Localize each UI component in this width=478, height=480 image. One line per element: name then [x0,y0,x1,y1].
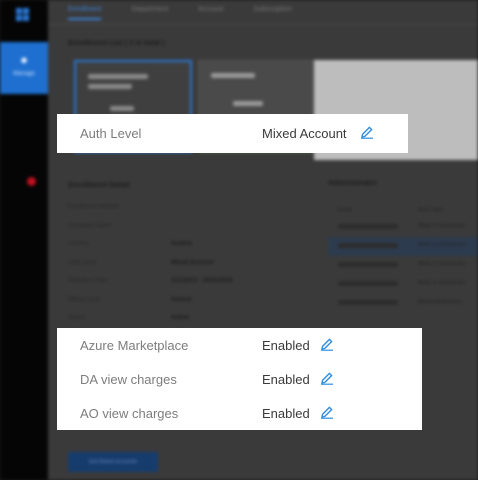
table-row[interactable]: Work or School Acc [328,237,478,256]
left-navigation: ● Manage [0,0,48,480]
table-row[interactable]: Work or School Acc [328,256,478,275]
auth-level-label: Auth Level [80,126,142,141]
detail-row: Auth Level Mixed Account [68,259,214,266]
da-view-charges-value: Enabled [262,372,310,387]
detail-row: Start/End Date 11/1/2013 - 10/31/2016 [68,278,233,284]
pencil-icon[interactable] [320,405,334,419]
azure-marketplace-label: Azure Marketplace [80,338,189,353]
tab-department[interactable]: Department [131,6,168,20]
nav-item-manage-label: Manage [13,71,35,77]
azure-marketplace-row: Azure Marketplace Enabled [57,329,422,363]
auth-level-value: Mixed Account [262,126,347,141]
settings-callout: Azure Marketplace Enabled DA view charge… [57,328,422,430]
pencil-icon[interactable] [320,371,334,385]
tab-account[interactable]: Account [198,6,223,20]
pencil-icon[interactable] [320,337,334,351]
da-view-charges-row: DA view charges Enabled [57,363,422,397]
detail-row: Company Name [68,222,112,229]
detail-row: Enrollment Number [68,204,120,210]
nav-item-manage[interactable]: ● Manage [0,42,48,94]
table-row[interactable]: Microsoft Account [328,294,478,313]
ao-view-charges-row: AO view charges Enabled [57,397,422,431]
da-view-charges-label: DA view charges [80,372,177,387]
windows-logo-icon[interactable] [16,8,30,22]
tab-bar: Enrollment Department Account Subscripti… [68,6,292,20]
ao-view-charges-label: AO view charges [80,406,179,421]
table-row[interactable]: Work or School Acc [328,275,478,294]
table-row[interactable]: Work or School Acc [328,218,478,237]
manage-icon: ● [20,52,28,67]
auth-level-callout: Auth Level Mixed Account [57,114,408,153]
tab-subscription[interactable]: Subscription [253,6,292,20]
administrator-panel: Administrator Email Auth Type Work or Sc… [328,178,478,328]
azure-marketplace-value: Enabled [262,338,310,353]
tab-enrollment[interactable]: Enrollment [68,6,102,20]
get-linked-accounts-button[interactable]: Get linked accounts [68,452,158,472]
enrollment-list-heading: Enrollment List ( 2 in total ) [68,38,165,47]
ao-view-charges-value: Enabled [262,406,310,421]
pencil-icon[interactable] [360,125,374,139]
alert-dot-icon [27,177,36,186]
auth-level-row: Auth Level Mixed Account [57,117,408,151]
enrollment-detail-list: Enrollment Number Company Name Country Au… [68,204,233,334]
administrator-heading: Administrator [328,178,378,187]
divider [48,24,478,25]
enrollment-detail-heading: Enrollment Detail [68,180,130,189]
detail-row: Country Austria [68,241,192,247]
detail-row: Billing Cycle Annual [68,296,192,303]
